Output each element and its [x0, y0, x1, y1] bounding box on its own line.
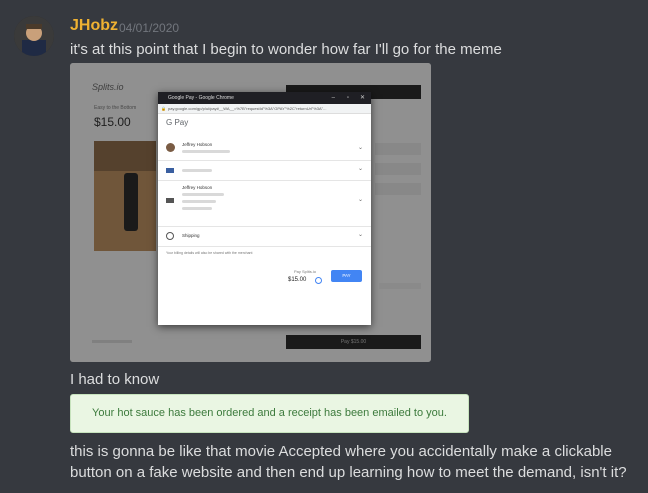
receipt-attachment[interactable]: Your hot sauce has been ordered and a re…	[70, 394, 469, 433]
url-bar: 🔒 pay.google.com/gp/p/ui/pay#__WA__=%7B"…	[158, 104, 371, 114]
message-timestamp: 04/01/2020	[119, 21, 180, 35]
truck-icon	[166, 198, 174, 203]
lock-icon: 🔒	[161, 106, 166, 111]
payment-method-row: ⌄	[158, 160, 371, 181]
pay-to-label: Pay Splits.io	[294, 269, 317, 274]
image-attachment[interactable]: Splits.io Easy to the Bottom $15.00 Pay …	[70, 63, 431, 362]
card-icon	[166, 168, 174, 173]
chevron-down-icon: ⌄	[357, 166, 363, 172]
contact-row: Jeffrey Hobson ⌄	[158, 136, 371, 161]
message-text-4: button on a fake website and then end up…	[70, 464, 627, 481]
info-icon	[315, 277, 322, 284]
shipping-label: Shipping	[182, 233, 200, 238]
message-text-1: it's at this point that I begin to wonde…	[70, 41, 502, 58]
shipping-option-row: Shipping ⌄	[158, 226, 371, 247]
billing-note: Your billing details will also be shared…	[166, 251, 253, 255]
clock-icon	[166, 232, 174, 240]
chevron-down-icon: ⌄	[357, 145, 363, 151]
card-logos	[379, 283, 421, 289]
close-icon: ✕	[359, 95, 365, 101]
contact-avatar	[166, 143, 175, 152]
message-author[interactable]: JHobz	[70, 17, 118, 35]
user-avatar[interactable]	[14, 16, 54, 56]
address-line-blurred	[182, 200, 216, 203]
amount: $15.00	[288, 277, 307, 283]
chevron-down-icon: ⌄	[357, 197, 363, 203]
gpay-logo: G Pay	[166, 118, 189, 127]
avatar-image	[14, 16, 54, 56]
contact-name: Jeffrey Hobson	[182, 142, 213, 147]
window-titlebar: Google Pay - Google Chrome – ▫ ✕	[158, 92, 371, 104]
shipping-name: Jeffrey Hobson	[182, 185, 213, 190]
address-line-blurred	[182, 193, 224, 196]
gpay-header: G Pay	[166, 118, 188, 127]
gpay-pay-button: PAY	[331, 270, 362, 282]
shipping-address-row: Jeffrey Hobson ⌄	[158, 180, 371, 227]
minimize-icon: –	[331, 95, 335, 101]
receipt-text: Your hot sauce has been ordered and a re…	[92, 407, 447, 419]
contact-email-blurred	[182, 150, 230, 153]
window-title: Google Pay - Google Chrome	[168, 95, 234, 101]
chevron-down-icon: ⌄	[357, 232, 363, 238]
address-line-blurred	[182, 207, 212, 210]
url-text: pay.google.com/gp/p/ui/pay#__WA__=%7B"re…	[168, 106, 327, 111]
maximize-icon: ▫	[346, 95, 349, 101]
message-text-2: I had to know	[70, 371, 160, 388]
google-pay-window: Google Pay - Google Chrome – ▫ ✕ 🔒 pay.g…	[158, 92, 371, 325]
card-number-blurred	[182, 169, 212, 172]
message-text-3: this is gonna be like that movie Accepte…	[70, 443, 612, 460]
